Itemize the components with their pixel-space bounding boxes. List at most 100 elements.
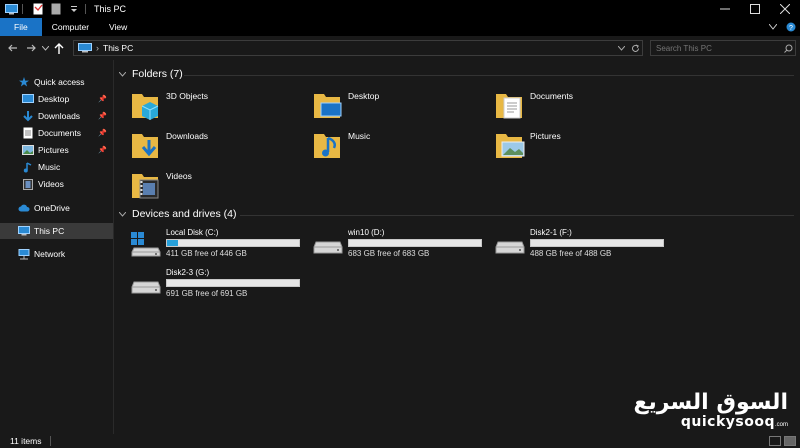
- drives-group-title: Devices and drives (4): [132, 208, 237, 220]
- search-input[interactable]: [656, 43, 781, 53]
- drive-win10-d[interactable]: win10 (D:) 683 GB free of 683 GB: [312, 228, 492, 264]
- address-bar[interactable]: › This PC: [73, 40, 643, 56]
- forward-arrow-icon[interactable]: [22, 39, 40, 57]
- sidebar-item-documents[interactable]: Documents 📌: [0, 125, 113, 141]
- drive-name: Disk2-1 (F:): [530, 228, 572, 237]
- desktop-icon: [22, 93, 34, 105]
- title-bar: This PC: [0, 0, 800, 18]
- pictures-icon: [22, 144, 34, 156]
- drive-usage-fill: [167, 240, 178, 246]
- group-divider: [184, 75, 794, 76]
- tab-computer[interactable]: Computer: [42, 18, 99, 36]
- watermark-domain: .com: [774, 422, 788, 428]
- address-dropdown-icon[interactable]: [614, 45, 628, 51]
- chevron-down-icon[interactable]: [116, 211, 128, 217]
- watermark-latin-text: quickysooq: [680, 414, 775, 430]
- sidebar-item-videos[interactable]: Videos: [0, 176, 113, 192]
- back-arrow-icon[interactable]: [4, 39, 22, 57]
- close-icon[interactable]: [770, 0, 800, 18]
- drive-disk2-3-g[interactable]: Disk2-3 (G:) 691 GB free of 691 GB: [130, 268, 310, 304]
- watermark-logo: السوق السريع quickysooq.com: [634, 392, 788, 431]
- sidebar-item-this-pc[interactable]: This PC: [0, 223, 113, 239]
- sidebar-item-label: Network: [34, 249, 66, 259]
- folder-videos[interactable]: Videos: [130, 168, 310, 208]
- properties-icon[interactable]: [31, 3, 45, 15]
- folder-downloads[interactable]: Downloads: [130, 128, 310, 168]
- videos-folder-icon: [132, 174, 159, 199]
- downloads-folder-icon: [132, 134, 158, 158]
- sidebar-item-desktop[interactable]: Desktop 📌: [0, 91, 113, 107]
- folder-label: Downloads: [166, 131, 209, 141]
- 3d-objects-folder-icon: [132, 94, 159, 120]
- folder-label: Documents: [530, 91, 573, 101]
- status-bar: 11 items: [0, 434, 800, 448]
- sidebar-item-onedrive[interactable]: OneDrive: [0, 200, 113, 216]
- navigation-bar: › This PC: [0, 36, 800, 60]
- ribbon-tabs: File Computer View ?: [0, 18, 800, 36]
- group-divider: [240, 215, 794, 216]
- chevron-down-icon[interactable]: [116, 71, 128, 77]
- drive-local-disk-c[interactable]: Local Disk (C:) 411 GB free of 446 GB: [130, 228, 310, 264]
- breadcrumb-chevron-icon[interactable]: ›: [96, 43, 99, 53]
- tab-view[interactable]: View: [99, 18, 137, 36]
- computer-icon: [18, 225, 30, 237]
- folder-documents[interactable]: Documents: [494, 88, 674, 128]
- search-box[interactable]: [650, 40, 796, 56]
- drive-usage-bar: [166, 239, 300, 247]
- pin-icon[interactable]: 📌: [98, 129, 107, 137]
- sidebar-item-network[interactable]: Network: [0, 246, 113, 262]
- desktop-folder-icon: [314, 94, 342, 118]
- sidebar-item-quick-access[interactable]: Quick access: [0, 74, 113, 90]
- large-icons-view-icon[interactable]: [784, 436, 796, 446]
- expand-ribbon-icon[interactable]: [764, 18, 782, 36]
- drive-usage-bar: [348, 239, 482, 247]
- up-arrow-icon[interactable]: [50, 39, 68, 57]
- hard-drive-icon: [313, 241, 343, 254]
- search-icon[interactable]: [781, 44, 795, 53]
- folder-desktop[interactable]: Desktop: [312, 88, 492, 128]
- drive-free-space: 683 GB free of 683 GB: [348, 249, 430, 258]
- sidebar-item-label: Desktop: [38, 94, 70, 104]
- title-separator: [22, 4, 23, 14]
- folder-pictures[interactable]: Pictures: [494, 128, 674, 168]
- folder-3d-objects[interactable]: 3D Objects: [130, 88, 310, 128]
- folders-group-title: Folders (7): [132, 68, 183, 80]
- computer-icon: [78, 43, 92, 53]
- customize-toolbar-icon[interactable]: [67, 3, 81, 15]
- sidebar-item-pictures[interactable]: Pictures 📌: [0, 142, 113, 158]
- refresh-icon[interactable]: [628, 44, 642, 53]
- pin-icon[interactable]: 📌: [98, 95, 107, 103]
- chevron-down-icon[interactable]: [40, 39, 50, 57]
- music-folder-icon: [314, 134, 340, 158]
- pin-icon[interactable]: 📌: [98, 146, 107, 154]
- minimize-icon[interactable]: [710, 0, 740, 18]
- tab-file[interactable]: File: [0, 18, 42, 36]
- download-icon: [22, 110, 34, 122]
- drive-free-space: 488 GB free of 488 GB: [530, 249, 612, 258]
- new-folder-icon[interactable]: [49, 3, 63, 15]
- sidebar-item-downloads[interactable]: Downloads 📌: [0, 108, 113, 124]
- drive-name: Disk2-3 (G:): [166, 268, 210, 277]
- content-pane: Folders (7) 3D Objects Desktop Documents: [114, 60, 800, 434]
- cloud-icon: [18, 202, 30, 214]
- window-title: This PC: [94, 4, 127, 14]
- folder-label: Desktop: [348, 91, 380, 101]
- pin-icon[interactable]: 📌: [98, 112, 107, 120]
- videos-icon: [22, 178, 34, 190]
- sidebar-item-label: Quick access: [34, 77, 85, 87]
- computer-icon[interactable]: [4, 3, 18, 15]
- drive-disk2-1-f[interactable]: Disk2-1 (F:) 488 GB free of 488 GB: [494, 228, 674, 264]
- breadcrumb-this-pc[interactable]: This PC: [103, 43, 133, 53]
- maximize-icon[interactable]: [740, 0, 770, 18]
- drive-name: Local Disk (C:): [166, 228, 219, 237]
- hard-drive-icon: [495, 241, 525, 254]
- details-view-icon[interactable]: [769, 436, 781, 446]
- network-icon: [18, 248, 30, 260]
- item-count: 11 items: [10, 436, 42, 446]
- sidebar-item-label: OneDrive: [34, 203, 70, 213]
- drives-group-header[interactable]: Devices and drives (4): [116, 208, 236, 220]
- folders-group-header[interactable]: Folders (7): [116, 68, 183, 80]
- help-icon[interactable]: ?: [782, 18, 800, 36]
- sidebar-item-music[interactable]: Music: [0, 159, 113, 175]
- folder-music[interactable]: Music: [312, 128, 492, 168]
